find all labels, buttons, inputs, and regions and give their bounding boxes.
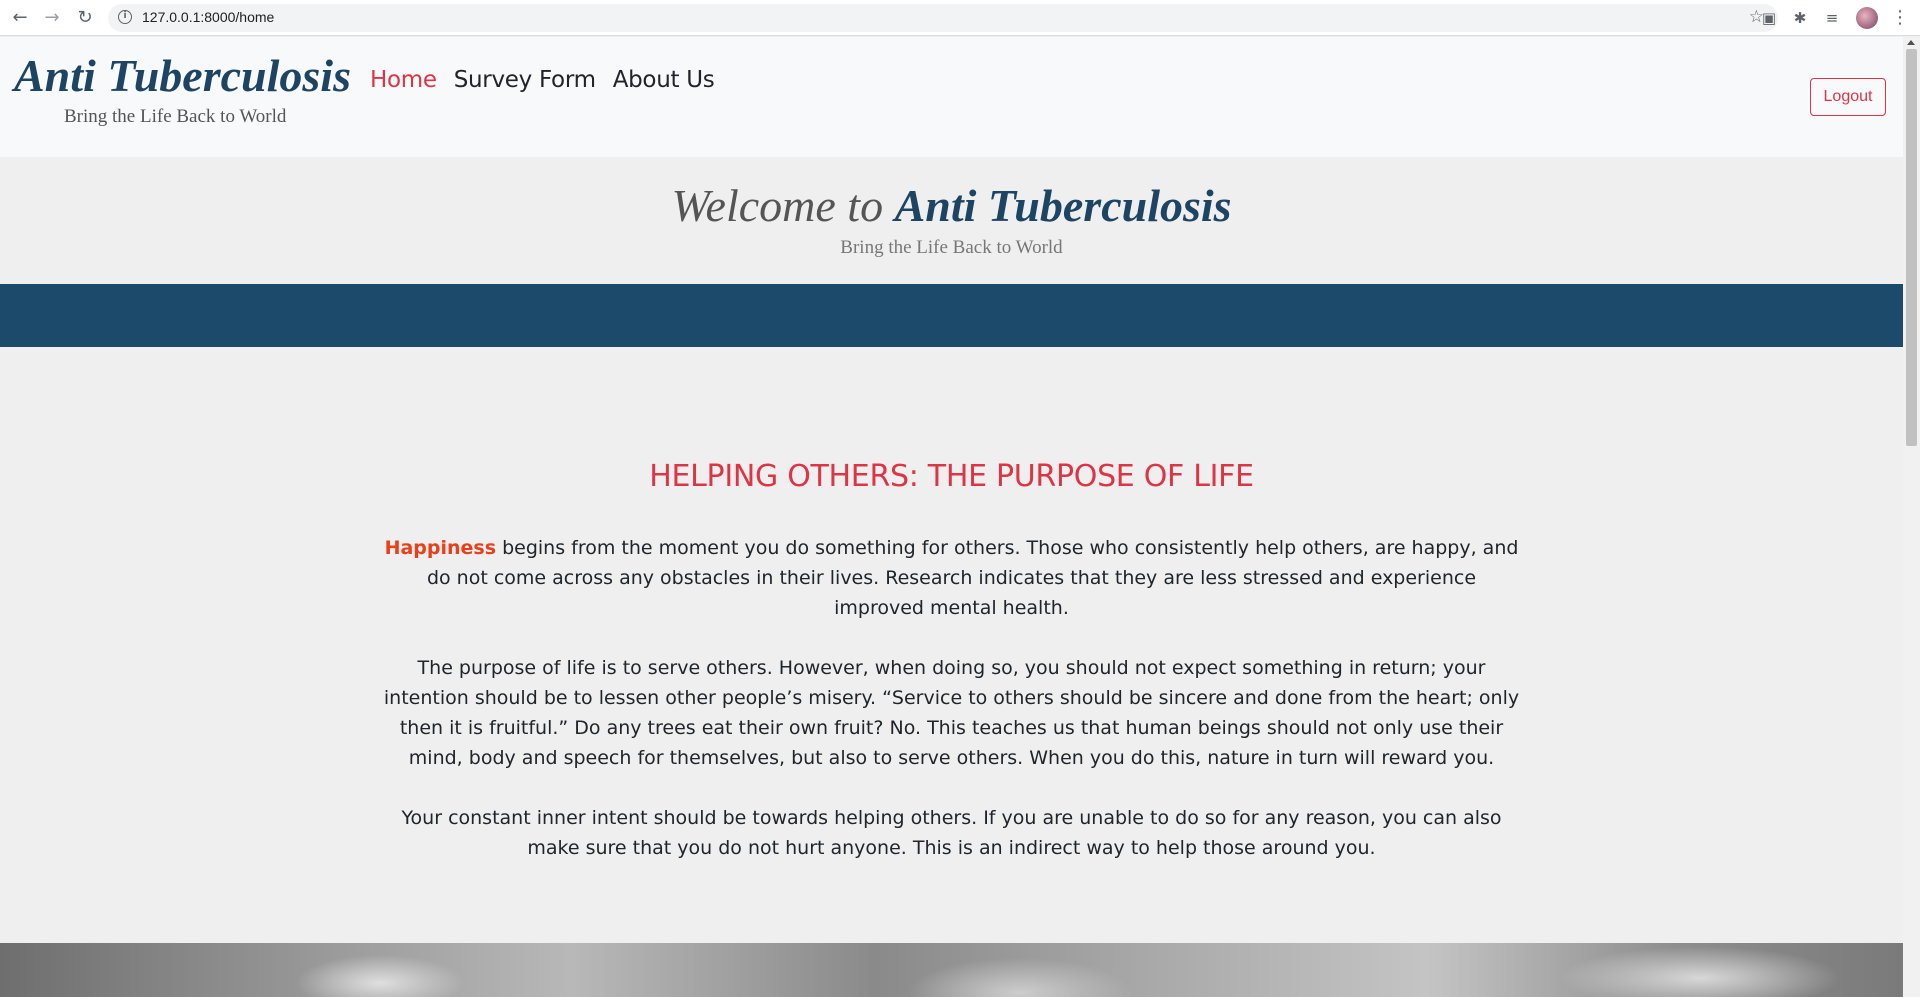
- paragraph-1: Happiness begins from the moment you do …: [380, 533, 1523, 623]
- section-content: Happiness begins from the moment you do …: [380, 533, 1523, 893]
- reload-icon[interactable]: ↻: [73, 6, 97, 30]
- browser-menu-icon[interactable]: ⋮: [1890, 7, 1910, 29]
- welcome-tagline: Bring the Life Back to World: [840, 237, 1063, 258]
- browser-toolbar: ← → ↻ i 127.0.0.1:8000/home ☆ ▣ ✱ ≡ ⋮: [0, 0, 1920, 36]
- forward-arrow-icon[interactable]: →: [40, 6, 64, 30]
- logout-button[interactable]: Logout: [1810, 78, 1886, 116]
- paragraph-1-text: begins from the moment you do something …: [426, 537, 1519, 619]
- scrollbar-thumb[interactable]: [1906, 49, 1917, 446]
- welcome-brand: Anti Tuberculosis: [894, 180, 1232, 231]
- puzzle-extensions-icon[interactable]: ✱: [1790, 8, 1810, 28]
- happiness-highlight: Happiness: [384, 537, 497, 559]
- nav-menu: Home Survey Form About Us: [370, 67, 715, 93]
- address-bar[interactable]: i 127.0.0.1:8000/home ☆: [108, 4, 1778, 32]
- reading-list-icon[interactable]: ≡: [1822, 8, 1842, 28]
- profile-avatar[interactable]: [1856, 7, 1878, 29]
- brand-logo-text[interactable]: Anti Tuberculosis: [14, 49, 351, 102]
- paragraph-2: The purpose of life is to serve others. …: [383, 657, 1520, 769]
- nav-link-about-us[interactable]: About Us: [613, 67, 715, 93]
- nav-link-survey-form[interactable]: Survey Form: [454, 67, 596, 93]
- url-text[interactable]: 127.0.0.1:8000/home: [142, 9, 274, 25]
- blue-banner-band: [0, 284, 1903, 347]
- extension-icon[interactable]: ▣: [1759, 8, 1779, 28]
- page-scrollbar[interactable]: [1903, 37, 1920, 997]
- page-viewport: Anti Tuberculosis Bring the Life Back to…: [0, 37, 1903, 997]
- site-info-icon[interactable]: i: [118, 10, 132, 24]
- section-title: HELPING OTHERS: THE PURPOSE OF LIFE: [649, 459, 1254, 494]
- welcome-heading: Welcome to Anti Tuberculosis: [0, 179, 1903, 232]
- welcome-prefix: Welcome to: [671, 180, 884, 231]
- site-navbar: Anti Tuberculosis Bring the Life Back to…: [0, 37, 1903, 157]
- nav-link-home[interactable]: Home: [370, 67, 437, 93]
- hero-image: [0, 943, 1903, 997]
- paragraph-3: Your constant inner intent should be tow…: [401, 807, 1502, 859]
- scroll-up-arrow-icon[interactable]: [1907, 40, 1915, 45]
- brand-tagline: Bring the Life Back to World: [64, 106, 287, 127]
- back-arrow-icon[interactable]: ←: [8, 6, 32, 30]
